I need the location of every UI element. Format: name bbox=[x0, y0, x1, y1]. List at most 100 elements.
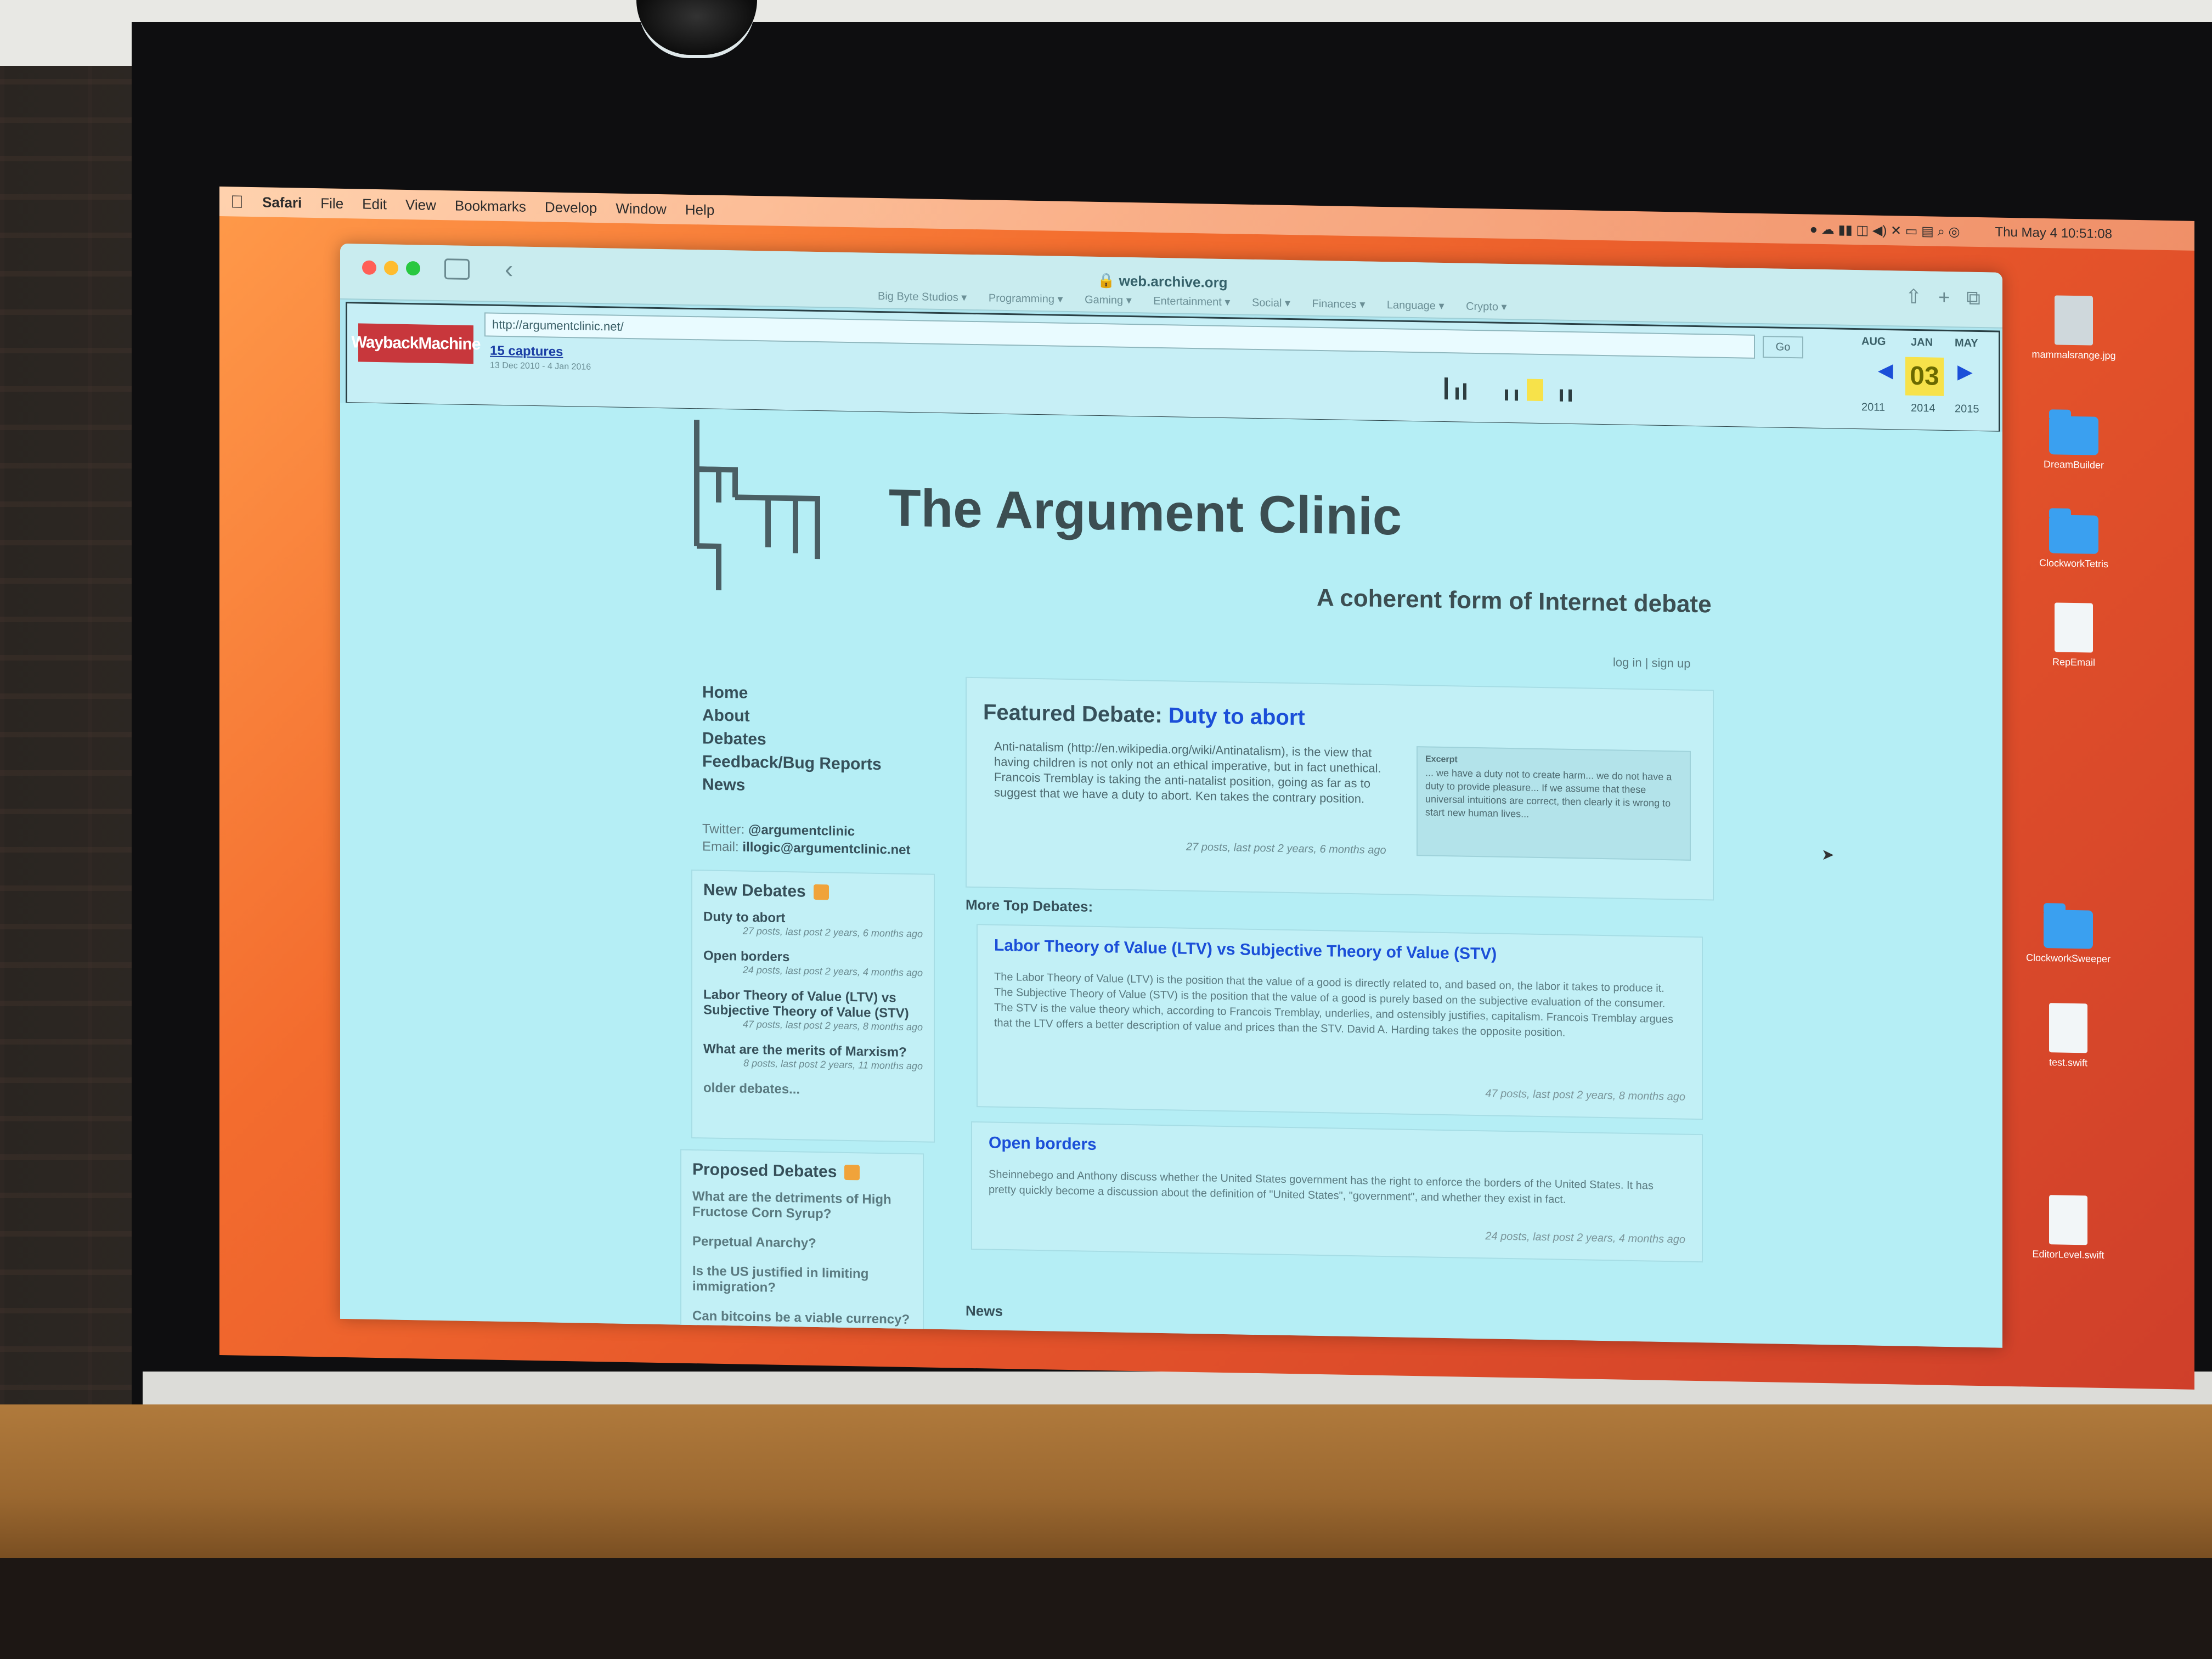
debate-card-body: Sheinnebego and Anthony discuss whether … bbox=[989, 1168, 1654, 1206]
desktop-icon-folder[interactable]: ClockworkTetris bbox=[2030, 515, 2118, 571]
captures-link[interactable]: 15 captures bbox=[490, 343, 563, 360]
capture-day: 03 bbox=[1905, 357, 1944, 396]
desktop-icon-folder[interactable]: DreamBuilder bbox=[2030, 416, 2118, 472]
debate-title[interactable]: Labor Theory of Value (LTV) vs Subjectiv… bbox=[703, 987, 923, 1022]
next-month[interactable]: MAY bbox=[1955, 337, 1978, 350]
nav-debates[interactable]: Debates bbox=[702, 729, 922, 752]
menu-develop[interactable]: Develop bbox=[545, 199, 597, 217]
nav-home[interactable]: Home bbox=[702, 683, 922, 706]
menu-window[interactable]: Window bbox=[616, 200, 666, 218]
spark-bar bbox=[1463, 383, 1466, 400]
older-debates-link[interactable]: older debates... bbox=[703, 1080, 923, 1099]
spark-bar bbox=[1505, 389, 1508, 401]
spark-bar bbox=[1568, 389, 1572, 402]
tabs-overview-icon[interactable]: ⧉ bbox=[1966, 286, 1980, 309]
menu-edit[interactable]: Edit bbox=[362, 195, 387, 213]
debate-card-title[interactable]: Open borders bbox=[989, 1133, 1097, 1154]
menubar-clock[interactable]: Thu May 4 10:51:08 bbox=[1995, 224, 2112, 242]
desktop-icon-label: ClockworkSweeper bbox=[2025, 952, 2111, 965]
list-item[interactable]: Open borders 24 posts, last post 2 years… bbox=[703, 948, 923, 979]
featured-debate-link[interactable]: Duty to abort bbox=[1169, 703, 1305, 730]
swift-file-icon bbox=[2049, 1195, 2087, 1245]
capture-sparkline[interactable] bbox=[1444, 356, 1675, 414]
list-item[interactable]: What are the merits of Marxism? 8 posts,… bbox=[703, 1041, 923, 1072]
document-icon bbox=[2055, 602, 2093, 653]
desktop-icon-label: RepEmail bbox=[2052, 656, 2096, 668]
new-tab-icon[interactable]: + bbox=[1938, 286, 1950, 308]
wayback-logo[interactable]: WaybackMachine bbox=[352, 323, 481, 364]
menu-bookmarks[interactable]: Bookmarks bbox=[455, 197, 526, 215]
desktop-icon-file[interactable]: RepEmail bbox=[2030, 602, 2118, 669]
prev-year[interactable]: 2011 bbox=[1861, 401, 1885, 414]
desktop-icon-folder[interactable]: ClockworkSweeper bbox=[2024, 909, 2112, 965]
site-title: The Argument Clinic bbox=[889, 478, 1402, 546]
debate-card: Labor Theory of Value (LTV) vs Subjectiv… bbox=[977, 924, 1703, 1120]
minimize-button[interactable] bbox=[384, 261, 398, 275]
proposed-debate-link[interactable]: Can bitcoins be a viable currency? bbox=[692, 1308, 912, 1328]
status-icons[interactable]: ● ☁ ▮▮ ◫ ◀) ✕ ▭ ▤ ⌕ ◎ bbox=[1810, 221, 1960, 240]
site-nav: Home About Debates Feedback/Bug Reports … bbox=[702, 683, 922, 802]
login-link[interactable]: log in bbox=[1613, 655, 1642, 669]
twitter-handle[interactable]: @argumentclinic bbox=[748, 822, 855, 839]
favorite-item[interactable]: Entertainment ▾ bbox=[1153, 295, 1230, 308]
desktop-icon-file[interactable]: test.swift bbox=[2024, 1002, 2112, 1069]
site-tagline: A coherent form of Internet debate bbox=[1317, 584, 1712, 618]
spark-bar bbox=[1455, 387, 1459, 400]
favorites-bar: Big Byte Studios ▾ Programming ▾ Gaming … bbox=[878, 289, 1526, 314]
wayback-go-button[interactable]: Go bbox=[1763, 336, 1803, 359]
address-bar[interactable]: 🔒 web.archive.org bbox=[1097, 272, 1228, 291]
nav-news[interactable]: News bbox=[702, 775, 922, 798]
close-button[interactable] bbox=[362, 260, 376, 275]
menu-safari[interactable]: Safari bbox=[262, 194, 302, 211]
debate-card-body: The Labor Theory of Value (LTV) is the p… bbox=[994, 970, 1673, 1039]
current-month: JAN bbox=[1911, 336, 1933, 349]
debate-card-title[interactable]: Labor Theory of Value (LTV) vs Subjectiv… bbox=[994, 936, 1497, 964]
email-label: Email: bbox=[702, 839, 739, 855]
favorite-item[interactable]: Social ▾ bbox=[1252, 297, 1290, 309]
floor bbox=[0, 1558, 2212, 1659]
back-chevron-icon[interactable]: ‹ bbox=[505, 254, 513, 284]
menu-file[interactable]: File bbox=[320, 195, 343, 212]
prev-capture-arrow-icon[interactable]: ◀ bbox=[1878, 359, 1893, 382]
proposed-debate-link[interactable]: Perpetual Anarchy? bbox=[692, 1234, 912, 1253]
proposed-debates-box: Proposed Debates What are the detriments… bbox=[680, 1149, 924, 1348]
spark-bar bbox=[1515, 390, 1518, 401]
menu-view[interactable]: View bbox=[405, 196, 436, 213]
spark-bar bbox=[1444, 377, 1448, 400]
rss-icon[interactable] bbox=[844, 1164, 860, 1181]
address-bar-url: web.archive.org bbox=[1119, 272, 1228, 291]
desktop-icon-label: ClockworkTetris bbox=[2039, 557, 2109, 570]
menu-help[interactable]: Help bbox=[685, 201, 714, 218]
proposed-debate-link[interactable]: What are the detriments of High Fructose… bbox=[692, 1189, 912, 1223]
excerpt-box: Excerpt ... we have a duty not to create… bbox=[1417, 746, 1691, 861]
featured-label: Featured Debate: bbox=[983, 700, 1163, 728]
favorite-item[interactable]: Crypto ▾ bbox=[1466, 301, 1507, 313]
prev-month[interactable]: AUG bbox=[1861, 335, 1886, 348]
apple-icon[interactable]:  bbox=[230, 191, 244, 212]
nav-feedback[interactable]: Feedback/Bug Reports bbox=[702, 752, 922, 775]
contact-info: Twitter: @argumentclinic Email: illogic@… bbox=[702, 820, 910, 859]
share-icon[interactable]: ⇧ bbox=[1905, 285, 1922, 308]
spark-bar bbox=[1560, 389, 1563, 402]
sidebar-toggle-icon[interactable] bbox=[444, 258, 470, 280]
menubar-status-area: ● ☁ ▮▮ ◫ ◀) ✕ ▭ ▤ ⌕ ◎ Thu May 4 10:51:08 bbox=[1791, 214, 2112, 249]
rss-icon[interactable] bbox=[813, 884, 829, 900]
proposed-debate-link[interactable]: Is the US justified in limiting immigrat… bbox=[692, 1263, 912, 1298]
signup-link[interactable]: sign up bbox=[1652, 656, 1691, 670]
favorite-item[interactable]: Language ▾ bbox=[1387, 299, 1444, 312]
email-address[interactable]: illogic@argumentclinic.net bbox=[742, 840, 910, 857]
favorite-item[interactable]: Finances ▾ bbox=[1312, 298, 1365, 311]
zoom-button[interactable] bbox=[406, 261, 420, 276]
more-top-debates-label: More Top Debates: bbox=[966, 896, 1093, 915]
favorite-item[interactable]: Programming ▾ bbox=[989, 292, 1063, 305]
list-item[interactable]: Labor Theory of Value (LTV) vs Subjectiv… bbox=[703, 987, 923, 1033]
desktop-icon-image[interactable]: mammalsrange.jpg bbox=[2030, 295, 2118, 362]
favorite-item[interactable]: Big Byte Studios ▾ bbox=[878, 290, 967, 304]
next-capture-arrow-icon[interactable]: ▶ bbox=[1957, 360, 1973, 383]
favorite-item[interactable]: Gaming ▾ bbox=[1085, 294, 1132, 307]
featured-meta: 27 posts, last post 2 years, 6 months ag… bbox=[1186, 840, 1386, 857]
nav-about[interactable]: About bbox=[702, 706, 922, 729]
next-year[interactable]: 2015 bbox=[1955, 403, 1979, 416]
list-item[interactable]: Duty to abort 27 posts, last post 2 year… bbox=[703, 909, 923, 940]
desktop-icon-file[interactable]: EditorLevel.swift bbox=[2024, 1194, 2112, 1261]
